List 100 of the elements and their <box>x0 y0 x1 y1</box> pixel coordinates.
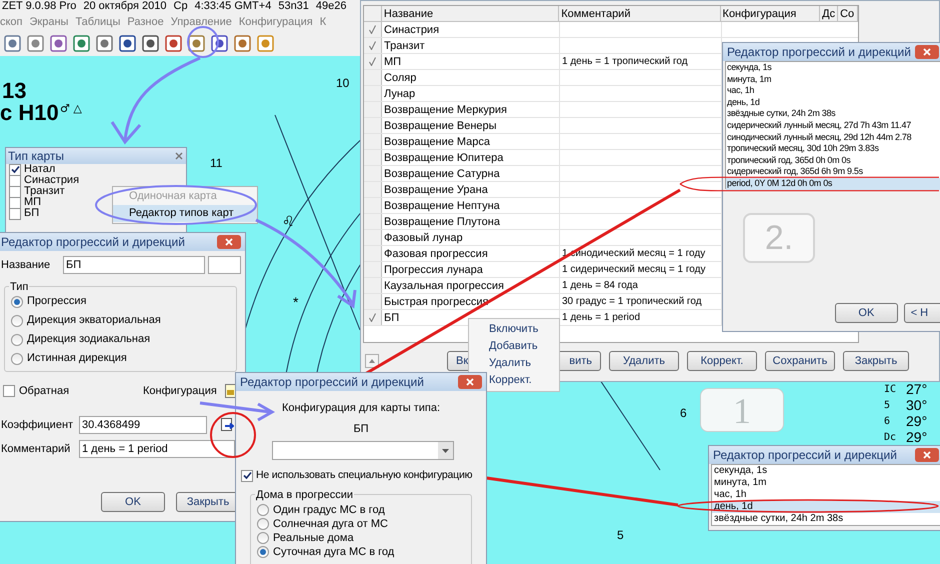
row-check-cell[interactable] <box>364 198 382 213</box>
list-item[interactable]: звёздные сутки, 24h 2m 38s <box>726 108 940 120</box>
list-item[interactable]: секунда, 1s <box>712 465 940 477</box>
list-item[interactable]: час, 1h <box>712 489 940 501</box>
dialog-button[interactable]: Сохранить <box>765 351 835 371</box>
dialog-button[interactable]: < Н <box>904 303 940 323</box>
row-check-cell[interactable] <box>364 86 382 101</box>
list-item[interactable]: period, 0Y 0M 12d 0h 0m 0s <box>726 178 940 190</box>
toolbar-icon[interactable] <box>165 34 182 52</box>
checkbox[interactable] <box>9 208 21 220</box>
radio-button[interactable] <box>257 504 269 516</box>
menu-item[interactable]: Редактор типов карт <box>113 205 257 222</box>
list-item[interactable]: тропический год, 365d 0h 0m 0s <box>726 154 940 166</box>
close-button[interactable] <box>217 235 241 249</box>
checkbox[interactable] <box>3 385 15 397</box>
menu-item[interactable]: Экраны <box>30 14 68 30</box>
column-header[interactable]: Название <box>382 6 560 21</box>
chart-type-option[interactable]: Натал <box>24 164 56 175</box>
checkbox[interactable] <box>241 470 253 482</box>
comment-field[interactable]: 1 день = 1 period <box>79 440 235 458</box>
row-check-cell[interactable] <box>364 278 382 293</box>
radio-button[interactable] <box>11 352 23 364</box>
field-label: Коэффициент <box>0 418 74 433</box>
radio-button[interactable] <box>11 314 23 326</box>
radio-button[interactable] <box>257 518 269 530</box>
toolbar-icon[interactable] <box>27 34 44 52</box>
close-button[interactable] <box>458 375 482 389</box>
list-item[interactable]: день, 1d <box>726 96 940 108</box>
chart-type-option[interactable]: Транзит <box>24 186 65 197</box>
row-check-cell[interactable] <box>364 182 382 197</box>
radio-button[interactable] <box>257 546 269 558</box>
dialog-button[interactable]: OK <box>101 492 165 512</box>
menu-item[interactable]: Конфигурация <box>238 14 313 30</box>
row-check-cell[interactable] <box>364 214 382 229</box>
radio-button[interactable] <box>11 296 23 308</box>
row-check-cell[interactable] <box>364 102 382 117</box>
column-header[interactable]: Комментарий <box>559 6 721 21</box>
toolbar-icon[interactable] <box>188 34 205 52</box>
row-check-cell[interactable] <box>364 166 382 181</box>
close-button[interactable] <box>915 45 939 59</box>
dialog-button[interactable]: OK <box>835 303 898 323</box>
row-check-cell[interactable] <box>364 134 382 149</box>
row-check-cell[interactable] <box>364 70 382 85</box>
toolbar-icon[interactable] <box>4 34 21 52</box>
name-field[interactable]: БП <box>63 256 205 274</box>
checkbox[interactable] <box>9 164 21 176</box>
menu-item[interactable]: Управление <box>170 14 232 30</box>
coefficient-field[interactable]: 30.4368499 <box>79 416 207 434</box>
checkbox[interactable] <box>9 186 21 198</box>
row-check-cell[interactable] <box>364 230 382 245</box>
row-check-cell[interactable] <box>364 22 382 37</box>
toolbar-icon[interactable] <box>234 34 251 52</box>
close-button[interactable] <box>915 448 939 462</box>
column-header[interactable]: Конфигурация <box>720 6 820 21</box>
radio-button[interactable] <box>11 334 23 346</box>
row-check-cell[interactable] <box>364 150 382 165</box>
position-degree: 30° <box>906 396 928 415</box>
radio-button[interactable] <box>257 532 269 544</box>
list-item[interactable]: сидерический год, 365d 6h 9m 9.5s <box>726 166 940 178</box>
menu-item[interactable]: Таблицы <box>75 14 120 30</box>
toolbar-icon[interactable] <box>96 34 113 52</box>
column-header[interactable]: Со <box>838 6 858 21</box>
list-item[interactable]: звёздные сутки, 24h 2m 38s <box>712 513 940 525</box>
config-dropdown[interactable] <box>272 441 454 460</box>
dialog-button[interactable]: Удалить <box>609 351 679 371</box>
menu-item[interactable]: К <box>320 14 326 30</box>
input-field[interactable] <box>208 256 241 274</box>
row-check-cell[interactable] <box>364 54 382 69</box>
row-check-cell[interactable] <box>364 118 382 133</box>
column-header[interactable]: Дс <box>820 6 838 21</box>
list-item[interactable]: час, 1h <box>726 85 940 97</box>
toolbar-icon[interactable] <box>73 34 90 52</box>
list-item[interactable]: тропический месяц, 30d 10h 29m 3.83s <box>726 143 940 155</box>
menu-item[interactable]: Разное <box>127 14 164 30</box>
dialog-button[interactable]: Коррект. <box>687 351 757 371</box>
list-item[interactable]: минута, 1m <box>726 74 940 86</box>
checkbox[interactable] <box>9 174 21 186</box>
toolbar-icon[interactable] <box>119 34 136 52</box>
row-check-cell[interactable] <box>364 262 382 277</box>
row-check-cell[interactable] <box>364 294 382 309</box>
row-check-cell[interactable] <box>364 38 382 53</box>
dialog-button[interactable]: Закрыть <box>843 351 909 371</box>
list-item[interactable]: секунда, 1s <box>726 62 940 74</box>
menu-item[interactable]: скоп <box>0 14 23 30</box>
list-item[interactable]: минута, 1m <box>712 477 940 489</box>
close-icon <box>466 378 474 386</box>
toolbar-icon[interactable] <box>50 34 67 52</box>
chart-type-option[interactable]: БП <box>24 208 40 219</box>
star-mark: * <box>293 293 298 312</box>
chart-type-option[interactable]: Синастрия <box>24 175 80 186</box>
list-item[interactable]: сидерический лунный месяц, 27d 7h 43m 11.47 <box>726 120 940 132</box>
row-check-cell[interactable] <box>364 310 382 325</box>
row-check-cell[interactable] <box>364 246 382 261</box>
chart-type-option[interactable]: МП <box>24 197 42 208</box>
calendar-icon[interactable] <box>224 384 236 398</box>
close-icon[interactable] <box>174 151 184 161</box>
list-item[interactable]: синодический лунный месяц, 29d 12h 44m 2.78 <box>726 132 940 144</box>
checkbox[interactable] <box>9 196 21 208</box>
scroll-up-icon[interactable] <box>365 354 379 368</box>
toolbar-icon[interactable] <box>142 34 159 52</box>
